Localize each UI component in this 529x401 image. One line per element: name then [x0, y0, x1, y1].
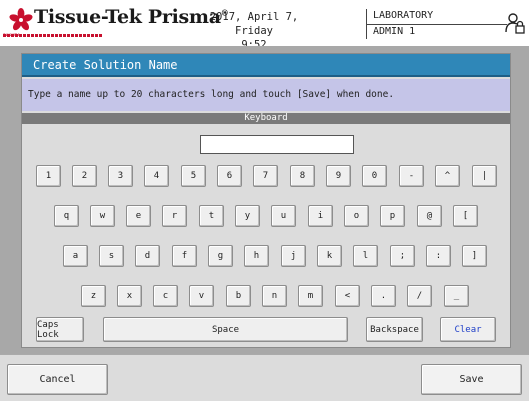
key-3-3[interactable]: v — [189, 285, 214, 307]
date-text: 2017, April 7, Friday — [209, 11, 299, 37]
space-key[interactable]: Space — [103, 317, 348, 342]
brand-sub-label: SAKURA — [3, 32, 21, 37]
brand-title: Tissue-Tek Prisma® — [34, 6, 229, 28]
key-2-9[interactable]: ; — [390, 245, 415, 267]
key-3-5[interactable]: n — [262, 285, 287, 307]
key-1-4[interactable]: t — [199, 205, 224, 227]
key-1-8[interactable]: o — [344, 205, 369, 227]
caps-lock-key[interactable]: Caps Lock — [36, 317, 84, 342]
header-bar: Tissue-Tek Prisma® SAKURA 2017, April 7,… — [0, 0, 529, 51]
key-1-1[interactable]: w — [90, 205, 115, 227]
key-0-5[interactable]: 6 — [217, 165, 242, 187]
key-2-11[interactable]: ] — [462, 245, 487, 267]
key-0-1[interactable]: 2 — [72, 165, 97, 187]
key-1-3[interactable]: r — [162, 205, 187, 227]
location-label: LABORATORY — [373, 10, 434, 21]
key-2-1[interactable]: s — [99, 245, 124, 267]
key-1-11[interactable]: [ — [453, 205, 478, 227]
key-0-10[interactable]: - — [399, 165, 424, 187]
key-2-0[interactable]: a — [63, 245, 88, 267]
key-2-6[interactable]: j — [281, 245, 306, 267]
key-0-4[interactable]: 5 — [181, 165, 206, 187]
key-2-7[interactable]: k — [317, 245, 342, 267]
key-3-9[interactable]: / — [407, 285, 432, 307]
key-3-8[interactable]: . — [371, 285, 396, 307]
on-screen-keyboard: 1 2 3 4 5 6 7 8 9 0- ^ | q w e r t y u i o p @ [ a s d f g h j k l;:] z x c… — [22, 124, 510, 347]
key-0-6[interactable]: 7 — [253, 165, 278, 187]
create-solution-dialog: Create Solution Name Type a name up to 2… — [21, 53, 511, 348]
backspace-key[interactable]: Backspace — [366, 317, 423, 342]
key-3-0[interactable]: z — [81, 285, 106, 307]
key-3-1[interactable]: x — [117, 285, 142, 307]
key-0-12[interactable]: | — [472, 165, 497, 187]
key-1-2[interactable]: e — [126, 205, 151, 227]
key-1-9[interactable]: p — [380, 205, 405, 227]
key-0-9[interactable]: 0 — [362, 165, 387, 187]
key-3-4[interactable]: b — [226, 285, 251, 307]
user-info: LABORATORY ADMIN 1 — [366, 9, 507, 39]
key-1-0[interactable]: q — [54, 205, 79, 227]
key-1-6[interactable]: u — [271, 205, 296, 227]
key-1-7[interactable]: i — [308, 205, 333, 227]
key-2-2[interactable]: d — [135, 245, 160, 267]
main-panel: Create Solution Name Type a name up to 2… — [0, 46, 529, 354]
user-name: ADMIN 1 — [373, 26, 416, 37]
key-2-3[interactable]: f — [172, 245, 197, 267]
key-3-7[interactable]: < — [335, 285, 360, 307]
key-2-5[interactable]: h — [244, 245, 269, 267]
cancel-button[interactable]: Cancel — [7, 364, 108, 395]
save-button[interactable]: Save — [421, 364, 522, 395]
key-0-0[interactable]: 1 — [36, 165, 61, 187]
key-1-10[interactable]: @ — [417, 205, 442, 227]
clear-key[interactable]: Clear — [440, 317, 496, 342]
key-0-7[interactable]: 8 — [290, 165, 315, 187]
user-lock-icon[interactable] — [505, 12, 525, 34]
keyboard-label: Keyboard — [22, 113, 510, 124]
instruction-text: Type a name up to 20 characters long and… — [22, 79, 510, 111]
key-0-11[interactable]: ^ — [435, 165, 460, 187]
key-3-10[interactable]: _ — [444, 285, 469, 307]
key-3-2[interactable]: c — [153, 285, 178, 307]
key-1-5[interactable]: y — [235, 205, 260, 227]
key-3-6[interactable]: m — [298, 285, 323, 307]
dialog-title: Create Solution Name — [22, 54, 510, 77]
key-2-8[interactable]: l — [353, 245, 378, 267]
brand-name: Tissue-Tek Prisma — [34, 6, 221, 28]
key-2-10[interactable]: : — [426, 245, 451, 267]
sakura-flower-icon — [9, 8, 33, 31]
key-0-8[interactable]: 9 — [326, 165, 351, 187]
user-divider — [367, 24, 507, 25]
footer-bar: Cancel Save — [0, 354, 529, 401]
key-2-4[interactable]: g — [208, 245, 233, 267]
key-0-3[interactable]: 4 — [144, 165, 169, 187]
key-0-2[interactable]: 3 — [108, 165, 133, 187]
